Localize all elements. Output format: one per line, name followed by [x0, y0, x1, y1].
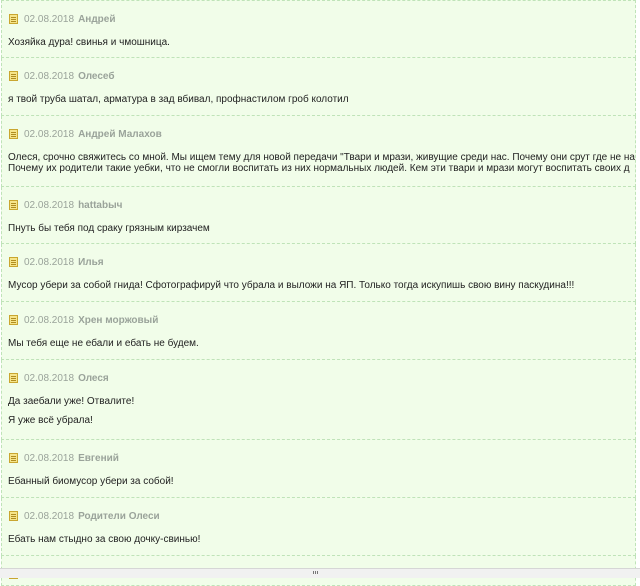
comment-body: Олеся, срочно свяжитесь со мной. Мы ищем… [8, 152, 635, 174]
comment-item: 02.08.2018 Илья Мусор убери за собой гнида… [1, 244, 636, 302]
comment-header: 02.08.2018 Андрей [8, 13, 635, 25]
comment-date: 02.08.2018 [24, 314, 75, 326]
comment-body: Да заебали уже! Отвалите! Я уже всё убрал… [8, 396, 635, 426]
note-icon [8, 13, 19, 25]
comment-text: Ебать нам стыдно за свою дочку-свинью! [8, 534, 201, 545]
comment-text: Да заебали уже! Отвалите! [8, 396, 135, 407]
comment-author: Олеся [78, 372, 109, 384]
scrollbar-grip-icon[interactable] [313, 571, 319, 575]
comment-author: Илья [78, 256, 104, 268]
comment-header: 02.08.2018 Олеся [8, 372, 635, 384]
comment-date: 02.08.2018 [24, 70, 75, 82]
comment-date: 02.08.2018 [24, 372, 75, 384]
comment-item: 02.08.2018 Олесеб я твой труба шатал, арма… [1, 58, 636, 116]
comment-text: Хозяйка дура! свинья и чмошница. [8, 37, 170, 48]
comment-header: 02.08.2018 Евгений [8, 452, 635, 464]
comment-header: 02.08.2018 Илья [8, 256, 635, 268]
comment-body: Хозяйка дура! свинья и чмошница. [8, 37, 635, 48]
comment-header: 02.08.2018 hattabыч [8, 199, 635, 211]
note-icon [8, 510, 19, 522]
comments-list: 02.08.2018 Андрей Хозяйка дура! свинья и ч… [1, 0, 636, 586]
comment-text: Олеся, срочно свяжитесь со мной. Мы ищем… [8, 152, 635, 163]
page-edge [636, 0, 640, 568]
comment-date: 02.08.2018 [24, 128, 75, 140]
comment-item: 02.08.2018 Андрей Малахов Олеся, срочно св… [1, 116, 636, 187]
note-icon [8, 199, 19, 211]
note-icon [8, 452, 19, 464]
comment-author: Евгений [78, 452, 119, 464]
comment-header: 02.08.2018 Родители Олеси [8, 510, 635, 522]
comment-author: Родители Олеси [78, 510, 160, 522]
comment-text: Мы тебя еще не ебали и ебать не будем. [8, 338, 199, 349]
comment-body: Мусор убери за собой гнида! Сфотографиру… [8, 280, 635, 291]
comment-text: Почему их родители такие уебки, что не с… [8, 163, 630, 174]
comment-text: Мусор убери за собой гнида! Сфотографиру… [8, 280, 575, 291]
comment-date: 02.08.2018 [24, 510, 75, 522]
comment-author: Олесеб [78, 70, 115, 82]
note-icon [8, 70, 19, 82]
comment-item: 02.08.2018 Евгений Ебанный биомусор убери … [1, 440, 636, 498]
comment-header: 02.08.2018 Хрен моржовый [8, 314, 635, 326]
comment-body: Ебать нам стыдно за свою дочку-свинью! [8, 534, 635, 545]
comment-author: Андрей [78, 13, 116, 25]
comment-item: 02.08.2018 hattabыч Пнуть бы тебя под срак… [1, 187, 636, 244]
comment-item: 02.08.2018 Андрей Хозяйка дура! свинья и ч… [1, 0, 636, 58]
comment-body: Ебанный биомусор убери за собой! [8, 476, 635, 487]
comment-body: Мы тебя еще не ебали и ебать не будем. [8, 338, 635, 349]
comment-text: Я уже всё убрала! [8, 415, 93, 426]
comment-header: 02.08.2018 Олесеб [8, 70, 635, 82]
comment-date: 02.08.2018 [24, 13, 75, 25]
comment-item: 02.08.2018 Хрен моржовый Мы тебя еще не еб… [1, 302, 636, 360]
comment-text: Ебанный биомусор убери за собой! [8, 476, 174, 487]
comment-text: Пнуть бы тебя под сраку грязным кирзачем [8, 223, 210, 234]
note-icon [8, 128, 19, 140]
note-icon [8, 256, 19, 268]
comment-text: я твой труба шатал, арматура в зад вбива… [8, 94, 349, 105]
comment-header: 02.08.2018 Андрей Малахов [8, 128, 635, 140]
comment-date: 02.08.2018 [24, 199, 75, 211]
comment-author: Андрей Малахов [78, 128, 162, 140]
note-icon [8, 314, 19, 326]
note-icon [8, 372, 19, 384]
comment-date: 02.08.2018 [24, 452, 75, 464]
comment-item: 02.08.2018 Олеся Да заебали уже! Отвалите!… [1, 360, 636, 440]
comment-author: hattabыч [78, 199, 123, 211]
comment-date: 02.08.2018 [24, 256, 75, 268]
comment-item: 02.08.2018 Родители Олеси Ебать нам стыдно… [1, 498, 636, 556]
comment-body: я твой труба шатал, арматура в зад вбива… [8, 94, 635, 105]
comment-author: Хрен моржовый [78, 314, 159, 326]
comment-body: Пнуть бы тебя под сраку грязным кирзачем [8, 223, 635, 234]
